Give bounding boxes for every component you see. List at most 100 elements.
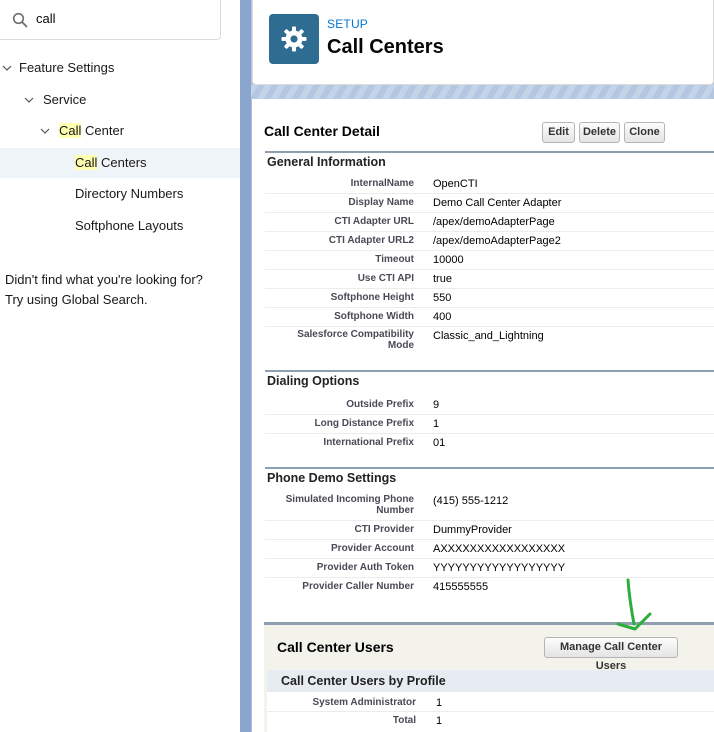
users-section-title: Call Center Users <box>277 639 394 655</box>
field-label: InternalName <box>350 178 414 189</box>
tree-item-softphone-layouts[interactable]: Softphone Layouts <box>0 211 240 241</box>
field-row: Display Name Demo Call Center Adapter <box>265 194 714 213</box>
field-label: Display Name <box>348 197 414 208</box>
field-value: 400 <box>433 311 452 323</box>
hint-line: Try using Global Search. <box>5 292 148 307</box>
field-label-line: Number <box>376 505 414 516</box>
arrow-annotation-icon <box>616 578 652 631</box>
tree-label: Service <box>43 92 87 107</box>
field-row: CTI Adapter URL2/apex/demoAdapterPage2 <box>265 232 714 251</box>
profile-row: System Administrator 1 <box>267 694 714 712</box>
tree-item-directory-numbers[interactable]: Directory Numbers <box>0 179 240 209</box>
setup-tree-panel: call Feature Settings Service Call Cente… <box>0 0 240 732</box>
tree-label: Call Center <box>59 116 124 146</box>
field-value: 01 <box>433 437 446 449</box>
field-label: Provider Account <box>331 543 414 554</box>
field-value: Classic_and_Lightning <box>433 330 544 342</box>
field-label: Provider Auth Token <box>316 562 414 573</box>
field-row: Use CTI API true <box>265 270 714 289</box>
section-title: General Information <box>267 155 386 169</box>
tree-item-call-center[interactable]: Call Center <box>0 116 240 146</box>
search-match-highlight: Call <box>59 123 82 138</box>
profile-label: Total <box>392 715 416 726</box>
field-value: DummyProvider <box>433 524 512 536</box>
section-general-information: General Information <box>265 151 714 173</box>
field-row: Provider Account AXXXXXXXXXXXXXXXXX <box>265 540 714 559</box>
field-row: Provider Auth Token YYYYYYYYYYYYYYYYYY <box>265 559 714 578</box>
field-value: (415) 555-1212 <box>433 495 509 507</box>
tree-item-call-centers[interactable]: Call Centers <box>0 148 240 178</box>
global-search-hint: Didn't find what you're looking for? Try… <box>5 270 203 310</box>
hint-line: Didn't find what you're looking for? <box>5 272 203 287</box>
delete-button[interactable]: Delete <box>579 122 620 143</box>
gear-icon <box>281 26 307 52</box>
field-label: Outside Prefix <box>346 399 414 410</box>
field-row: CTI Adapter URL/apex/demoAdapterPage <box>265 213 714 232</box>
field-value: Demo Call Center Adapter <box>433 197 562 209</box>
background-pattern <box>251 85 714 99</box>
profile-count: 1 <box>436 715 443 727</box>
section-title: Phone Demo Settings <box>267 471 397 485</box>
profile-row: Total 1 <box>267 712 714 730</box>
field-label: CTI Adapter URL2 <box>328 235 414 246</box>
field-value: OpenCTI <box>433 178 478 190</box>
search-icon <box>12 12 28 28</box>
tree-label: Feature Settings <box>19 60 115 75</box>
search-match-highlight: Call <box>75 155 98 170</box>
chevron-down-icon[interactable] <box>24 95 34 105</box>
field-label: Salesforce Compatibility Mode <box>264 329 414 351</box>
field-label: Use CTI API <box>357 273 414 284</box>
field-value: 415555555 <box>433 581 489 593</box>
field-label: CTI Provider <box>354 524 414 535</box>
search-input[interactable]: call <box>36 11 56 26</box>
page-title: Call Centers <box>327 36 444 58</box>
users-by-profile-list: System Administrator 1 Total 1 <box>267 692 714 732</box>
chevron-down-icon[interactable] <box>2 63 12 73</box>
page-header: SETUP Call Centers <box>252 0 714 85</box>
field-label: CTI Adapter URL <box>334 216 414 227</box>
tree-label: Directory Numbers <box>75 186 184 201</box>
field-label-line: Salesforce Compatibility <box>297 329 414 340</box>
field-row: International Prefix 01 <box>265 434 714 453</box>
field-label: Softphone Width <box>334 311 414 322</box>
tree-item-service[interactable]: Service <box>0 85 240 115</box>
manage-call-center-users-button[interactable]: Manage Call Center Users <box>544 637 678 672</box>
section-phone-demo-settings: Phone Demo Settings <box>265 467 714 489</box>
tree-label-rest: Centers <box>97 155 147 170</box>
field-label: Timeout <box>375 254 414 265</box>
field-label: Simulated Incoming Phone Number <box>264 494 414 516</box>
users-by-profile-title: Call Center Users by Profile <box>267 670 714 692</box>
field-row: Long Distance Prefix 1 <box>265 415 714 434</box>
profile-count: 1 <box>436 697 443 709</box>
field-value: true <box>433 273 452 285</box>
clone-button[interactable]: Clone <box>624 122 665 143</box>
edit-button[interactable]: Edit <box>542 122 575 143</box>
field-row: Timeout 10000 <box>265 251 714 270</box>
field-label: International Prefix <box>323 437 414 448</box>
quick-find-search[interactable]: call <box>0 0 221 40</box>
section-dialing-options: Dialing Options <box>265 370 714 392</box>
field-row: Outside Prefix 9 <box>265 396 714 415</box>
tree-label: Softphone Layouts <box>75 218 184 233</box>
field-label: Softphone Height <box>330 292 414 303</box>
field-value: YYYYYYYYYYYYYYYYYY <box>433 562 566 574</box>
field-value: 550 <box>433 292 452 304</box>
tree-item-feature-settings[interactable]: Feature Settings <box>0 53 240 83</box>
field-value: AXXXXXXXXXXXXXXXXX <box>433 543 566 555</box>
profile-label: System Administrator <box>312 697 416 708</box>
call-center-users-section: Call Center Users Manage Call Center Use… <box>264 622 714 732</box>
field-row: Simulated Incoming Phone Number (415) 555… <box>265 492 714 521</box>
field-label-line: Mode <box>387 340 414 351</box>
field-label-line: Simulated Incoming Phone <box>285 494 414 505</box>
field-value: 1 <box>433 418 440 430</box>
field-row: Softphone Height 550 <box>265 289 714 308</box>
field-label: Long Distance Prefix <box>314 418 414 429</box>
section-title: Dialing Options <box>267 374 360 388</box>
field-row: Salesforce Compatibility Mode Classic_and… <box>265 327 714 364</box>
breadcrumb[interactable]: SETUP <box>327 17 368 31</box>
field-value: 10000 <box>433 254 464 266</box>
chevron-down-icon[interactable] <box>40 126 50 136</box>
field-row: InternalName OpenCTI <box>265 175 714 194</box>
field-value: /apex/demoAdapterPage2 <box>433 235 561 247</box>
tree-label: Call Centers <box>75 148 147 178</box>
